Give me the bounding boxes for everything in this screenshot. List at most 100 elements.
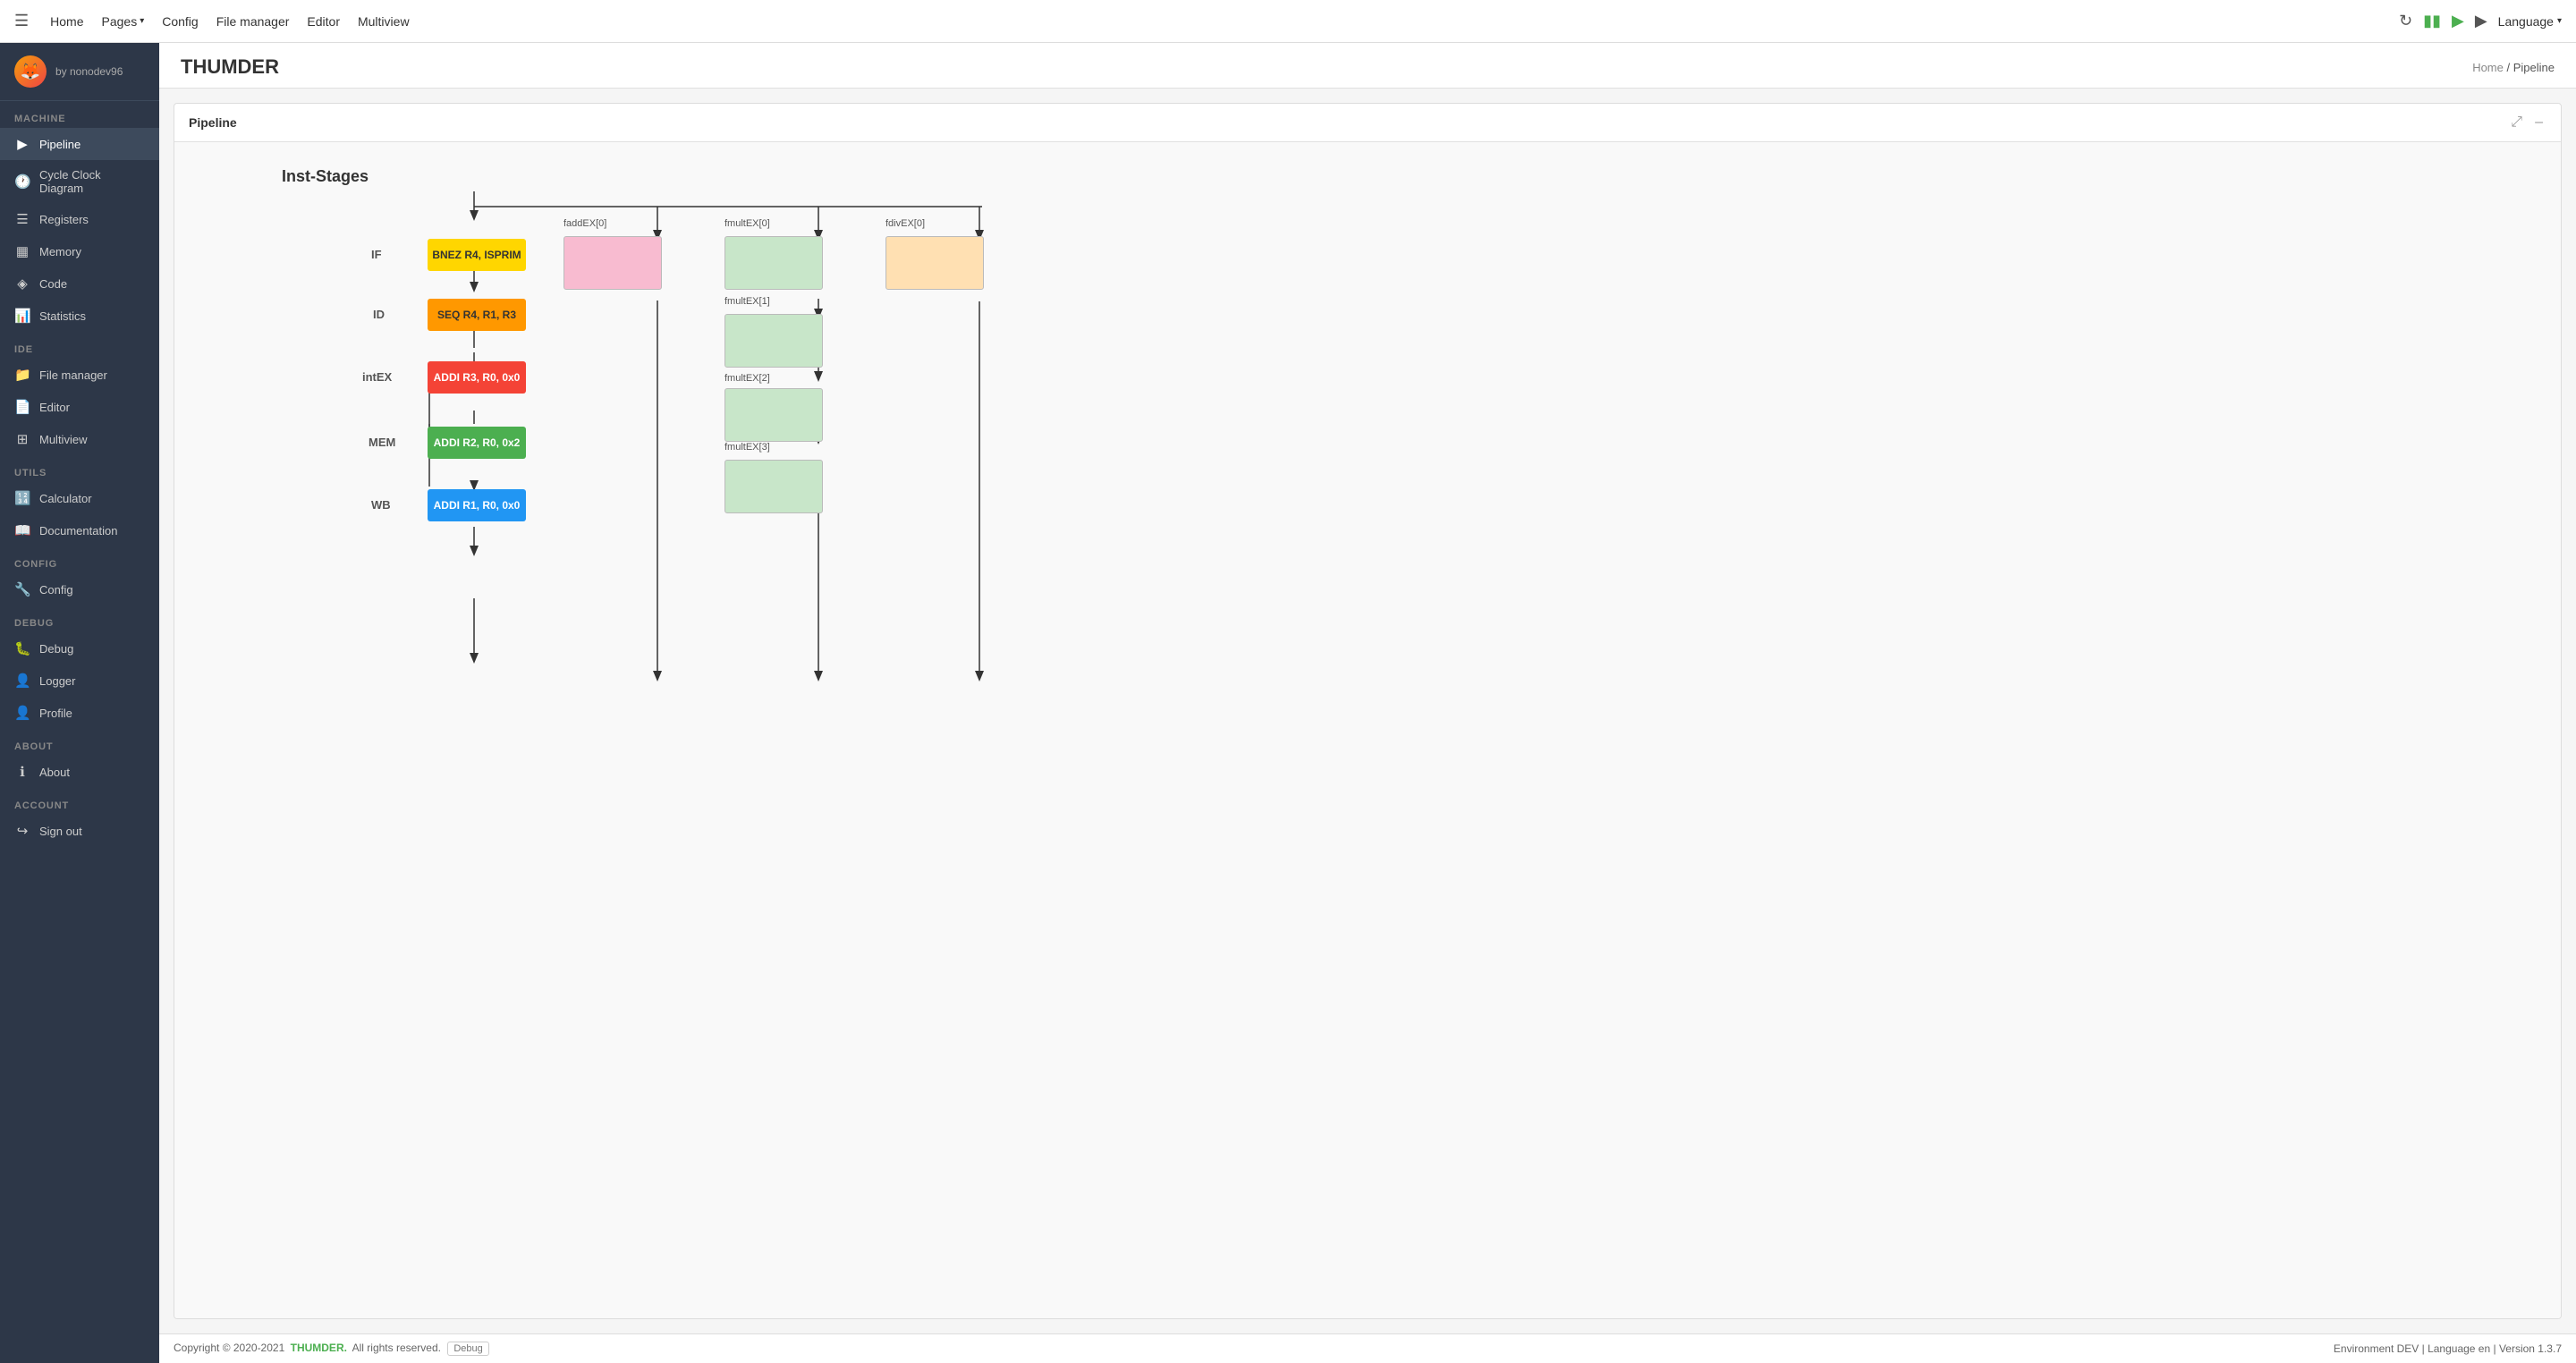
language-dropdown[interactable]: Language ▾: [2498, 14, 2562, 29]
hamburger-icon[interactable]: ☰: [14, 12, 29, 30]
nav-file-manager[interactable]: File manager: [216, 14, 290, 29]
topnav-right: ↻ ▮▮ ▶ ▶ Language ▾: [2399, 12, 2562, 30]
stage-box-MEM: ADDI R2, R0, 0x2: [428, 427, 526, 459]
sidebar-item-sign-out[interactable]: ↪ Sign out: [0, 815, 159, 847]
nav-home[interactable]: Home: [50, 14, 83, 29]
sidebar-item-debug[interactable]: 🐛 Debug: [0, 632, 159, 665]
unit-label-fmultEX0: fmultEX[0]: [724, 218, 770, 229]
topnav: ☰ Home Pages ▾ Config File manager Edito…: [0, 0, 2576, 43]
section-label-debug: DEBUG: [0, 605, 159, 632]
section-label-utils: Utils: [0, 455, 159, 482]
sidebar-item-logger[interactable]: 👤 Logger: [0, 665, 159, 697]
footer-debug-badge: Debug: [447, 1342, 488, 1356]
footer-right: Environment DEV | Language en | Version …: [2334, 1342, 2562, 1355]
section-label-ide: IDE: [0, 332, 159, 359]
sidebar-item-about[interactable]: ℹ About: [0, 756, 159, 788]
step-icon[interactable]: ▶: [2475, 12, 2487, 30]
diagram-title: Inst-Stages: [282, 167, 369, 186]
pipeline-diagram: Inst-Stages IF BNEZ R4, ISPRIM ID SEQ R4…: [192, 160, 1069, 768]
pause-icon[interactable]: ▮▮: [2423, 12, 2441, 30]
pipeline-panel: Pipeline ⤢ –: [174, 103, 2562, 1319]
topnav-links: Home Pages ▾ Config File manager Editor …: [50, 14, 409, 29]
section-label-machine: Machine: [0, 101, 159, 128]
sidebar-item-memory[interactable]: ▦ Memory: [0, 235, 159, 267]
bug-icon: 🐛: [14, 640, 30, 656]
unit-box-fmultEX1: [724, 314, 823, 368]
stage-label-MEM: MEM: [369, 436, 395, 449]
breadcrumb: Home / Pipeline: [2472, 61, 2555, 74]
nav-editor[interactable]: Editor: [307, 14, 340, 29]
sidebar-item-editor[interactable]: 📄 Editor: [0, 391, 159, 423]
layout: 🦊 by nonodev96 Machine ▶ Pipeline 🕐 Cycl…: [0, 43, 2576, 1363]
nav-multiview[interactable]: Multiview: [358, 14, 410, 29]
sidebar-item-multiview[interactable]: ⊞ Multiview: [0, 423, 159, 455]
unit-box-fmultEX2: [724, 388, 823, 442]
play-icon[interactable]: ▶: [2452, 12, 2464, 30]
info-icon: ℹ: [14, 764, 30, 780]
editor-icon: 📄: [14, 399, 30, 415]
footer: Copyright © 2020-2021 THUMDER. All right…: [159, 1333, 2576, 1363]
avatar: 🦊: [14, 55, 47, 88]
signout-icon: ↪: [14, 823, 30, 839]
unit-label-fmultEX2: fmultEX[2]: [724, 373, 770, 384]
stage-label-WB: WB: [371, 498, 391, 512]
page-title: THUMDER: [181, 55, 279, 79]
stage-label-intEX: intEX: [362, 370, 392, 384]
docs-icon: 📖: [14, 522, 30, 538]
sidebar-user: 🦊 by nonodev96: [0, 43, 159, 101]
unit-box-fdivEX0: [886, 236, 984, 290]
refresh-icon[interactable]: ↻: [2399, 12, 2412, 30]
expand-button[interactable]: ⤢: [2507, 113, 2526, 132]
main-content: THUMDER Home / Pipeline Pipeline ⤢ –: [159, 43, 2576, 1363]
sidebar-item-cycle-clock[interactable]: 🕐 Cycle Clock Diagram: [0, 160, 159, 203]
calculator-icon: 🔢: [14, 490, 30, 506]
sidebar-item-statistics[interactable]: 📊 Statistics: [0, 300, 159, 332]
code-icon: ◈: [14, 275, 30, 292]
minimize-button[interactable]: –: [2531, 113, 2546, 132]
sidebar-item-file-manager[interactable]: 📁 File manager: [0, 359, 159, 391]
page-header: THUMDER Home / Pipeline: [159, 43, 2576, 89]
profile-icon: 👤: [14, 705, 30, 721]
nav-pages[interactable]: Pages ▾: [102, 14, 145, 29]
panel-header: Pipeline ⤢ –: [174, 104, 2561, 142]
folder-icon: 📁: [14, 367, 30, 383]
sidebar-item-config[interactable]: 🔧 Config: [0, 573, 159, 605]
section-label-about: About: [0, 729, 159, 756]
stage-box-intEX: ADDI R3, R0, 0x0: [428, 361, 526, 394]
multiview-icon: ⊞: [14, 431, 30, 447]
stage-box-IF: BNEZ R4, ISPRIM: [428, 239, 526, 271]
panel-title: Pipeline: [189, 115, 237, 130]
panel-actions: ⤢ –: [2507, 113, 2546, 132]
unit-box-fmultEX0: [724, 236, 823, 290]
nav-config[interactable]: Config: [162, 14, 198, 29]
unit-label-fmultEX1: fmultEX[1]: [724, 296, 770, 307]
stage-label-ID: ID: [373, 308, 385, 321]
registers-icon: ☰: [14, 211, 30, 227]
unit-label-fdivEX0: fdivEX[0]: [886, 218, 925, 229]
unit-label-faddEX0: faddEX[0]: [564, 218, 606, 229]
clock-icon: 🕐: [14, 174, 30, 190]
footer-left: Copyright © 2020-2021 THUMDER. All right…: [174, 1342, 489, 1356]
memory-icon: ▦: [14, 243, 30, 259]
sidebar-item-documentation[interactable]: 📖 Documentation: [0, 514, 159, 546]
stage-box-WB: ADDI R1, R0, 0x0: [428, 489, 526, 521]
statistics-icon: 📊: [14, 308, 30, 324]
wrench-icon: 🔧: [14, 581, 30, 597]
logger-icon: 👤: [14, 673, 30, 689]
sidebar-item-calculator[interactable]: 🔢 Calculator: [0, 482, 159, 514]
sidebar-item-profile[interactable]: 👤 Profile: [0, 697, 159, 729]
sidebar-username: by nonodev96: [55, 65, 123, 78]
chevron-down-icon: ▾: [140, 16, 144, 26]
pipeline-icon: ▶: [14, 136, 30, 152]
section-label-config: Config: [0, 546, 159, 573]
stage-label-IF: IF: [371, 248, 382, 261]
sidebar-item-pipeline[interactable]: ▶ Pipeline: [0, 128, 159, 160]
section-label-account: Account: [0, 788, 159, 815]
chevron-down-icon: ▾: [2557, 16, 2562, 26]
page-header-top: THUMDER Home / Pipeline: [181, 55, 2555, 79]
unit-box-fmultEX3: [724, 460, 823, 513]
sidebar-item-registers[interactable]: ☰ Registers: [0, 203, 159, 235]
sidebar-item-code[interactable]: ◈ Code: [0, 267, 159, 300]
unit-label-fmultEX3: fmultEX[3]: [724, 442, 770, 453]
unit-box-faddEX0: [564, 236, 662, 290]
